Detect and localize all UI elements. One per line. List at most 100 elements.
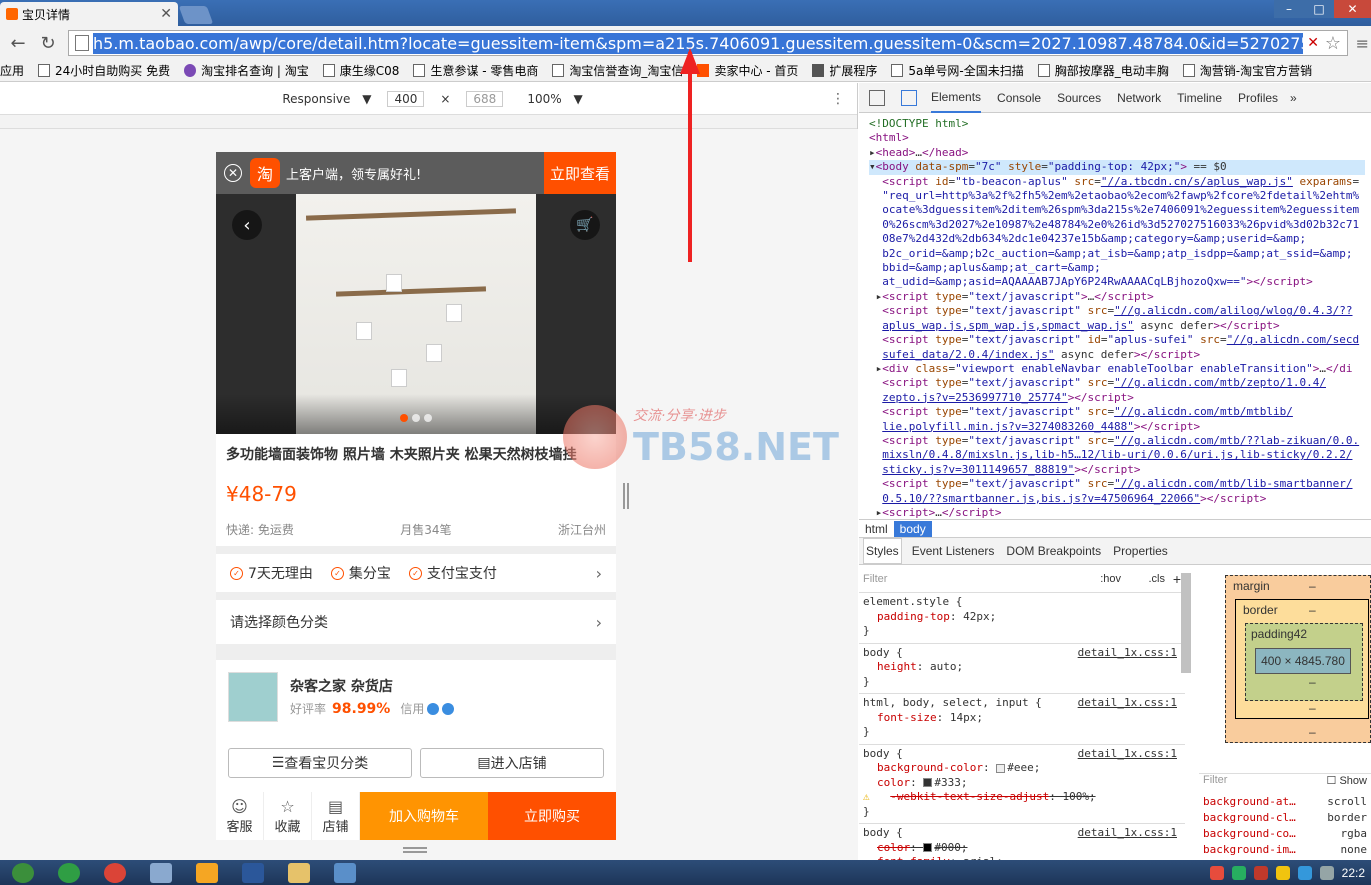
resize-handle-horizontal[interactable] — [403, 847, 427, 853]
bookmark-item[interactable]: 淘营销-淘宝官方营销 — [1182, 62, 1312, 79]
bookmark-item[interactable]: 生意参谋 - 零售电商 — [413, 62, 538, 79]
customer-service-button[interactable]: ☺ 客服 — [216, 792, 264, 840]
dom-line: zepto.js?v=2536997710_25774"></script> — [882, 390, 1134, 404]
product-price: ¥48-79 — [226, 482, 297, 506]
taskbar-item[interactable] — [46, 860, 92, 885]
sku-selector[interactable]: 请选择颜色分类 › — [216, 600, 616, 644]
tray-icon[interactable] — [1275, 865, 1290, 880]
extension-icon[interactable]: ✕ — [1307, 35, 1319, 51]
computed-row[interactable]: background-cl… border — [1199, 810, 1371, 826]
product-gallery[interactable]: ‹ 🛒 — [216, 194, 616, 434]
more-options-icon[interactable]: ⋮ — [831, 91, 845, 107]
zoom-select[interactable]: 100% ▼ — [519, 92, 582, 106]
cls-toggle[interactable]: .cls — [1149, 572, 1166, 587]
tray-icon[interactable] — [1319, 865, 1334, 880]
bookmark-item[interactable]: 扩展程序 — [812, 62, 877, 79]
show-all-checkbox[interactable]: ☐ Show — [1327, 774, 1367, 787]
bookmark-apps[interactable]: 应用 — [0, 62, 24, 79]
bookmark-item[interactable]: 卖家中心 - 首页 — [697, 62, 798, 79]
taskbar-item[interactable] — [230, 860, 276, 885]
reload-icon[interactable]: ↻ — [36, 31, 60, 55]
browser-tab[interactable]: 宝贝详情 ✕ — [0, 2, 178, 26]
elements-tree[interactable]: <!DOCTYPE html> <html> ▸<head>…</head> ▾… — [859, 113, 1371, 519]
resize-handle-vertical[interactable] — [623, 483, 629, 509]
taskbar-item[interactable] — [322, 860, 368, 885]
computed-pane: Filter ☐ Show background-at… scroll backg… — [1199, 773, 1371, 860]
store-button[interactable]: ▤ 店铺 — [312, 792, 360, 840]
close-banner-icon[interactable]: ✕ — [224, 164, 242, 182]
tray-icon[interactable] — [1209, 865, 1224, 880]
tab-profiles[interactable]: Profiles — [1238, 84, 1278, 112]
tab-styles[interactable]: Styles — [863, 538, 902, 564]
tab-properties[interactable]: Properties — [1111, 539, 1170, 563]
css-source-link[interactable]: detail_1x.css:1 — [1078, 747, 1177, 762]
device-mode-select[interactable]: Responsive ▼ — [274, 92, 371, 106]
bookmark-item[interactable]: 淘宝排名查询 | 淘宝 — [184, 62, 309, 79]
hov-toggle[interactable]: :hov — [1100, 572, 1121, 587]
tab-network[interactable]: Network — [1117, 84, 1161, 112]
computed-row[interactable]: background-co… rgba — [1199, 826, 1371, 842]
open-app-button[interactable]: 立即查看 — [544, 152, 616, 194]
taskbar-item[interactable] — [138, 860, 184, 885]
device-width-input[interactable]: 400 — [387, 90, 425, 107]
css-source-link[interactable]: detail_1x.css:1 — [1078, 696, 1177, 711]
photo-clip — [391, 369, 407, 387]
tray-icon[interactable] — [1231, 865, 1246, 880]
tab-close-icon[interactable]: ✕ — [160, 6, 172, 22]
address-bar[interactable]: h5.m.taobao.com/awp/core/detail.htm?loca… — [68, 30, 1348, 56]
tray-icon[interactable] — [1297, 865, 1312, 880]
tab-elements[interactable]: Elements — [931, 83, 982, 113]
tab-console[interactable]: Console — [997, 84, 1041, 112]
add-rule-icon[interactable]: + — [1173, 572, 1181, 587]
shop-logo[interactable] — [228, 672, 278, 722]
bookmark-star-icon[interactable]: ☆ — [1325, 33, 1341, 54]
crumb-html[interactable]: html — [859, 521, 894, 537]
service-guarantees[interactable]: ✓ 7天无理由 ✓ 集分宝 ✓ 支付宝支付 › — [216, 554, 616, 592]
add-to-cart-button[interactable]: 加入购物车 — [360, 792, 488, 840]
gallery-dot[interactable] — [412, 414, 420, 422]
styles-scrollbar[interactable] — [1181, 573, 1191, 673]
css-source-link[interactable]: detail_1x.css:1 — [1078, 646, 1177, 661]
computed-row[interactable]: background-at… scroll — [1199, 794, 1371, 810]
taskbar-item[interactable] — [184, 860, 230, 885]
tray-icon[interactable] — [1253, 865, 1268, 880]
gallery-dot[interactable] — [400, 414, 408, 422]
back-arrow-icon[interactable]: ← — [6, 31, 30, 55]
buy-now-button[interactable]: 立即购买 — [488, 792, 616, 840]
maximize-button[interactable]: □ — [1304, 0, 1334, 18]
new-tab-button[interactable] — [178, 6, 214, 24]
shop-name[interactable]: 杂客之家 杂货店 — [290, 676, 393, 696]
bookmark-item[interactable]: 康生缘C08 — [322, 62, 399, 79]
cart-icon[interactable]: 🛒 — [570, 210, 600, 240]
computed-row[interactable]: background-im… none — [1199, 842, 1371, 858]
tab-dom-breakpoints[interactable]: DOM Breakpoints — [1004, 539, 1103, 563]
bookmark-item[interactable]: 24小时自助购买 免费 — [38, 62, 170, 79]
minimize-button[interactable]: – — [1274, 0, 1304, 18]
device-height-input[interactable]: 688 — [466, 90, 504, 107]
computed-filter[interactable]: Filter ☐ Show — [1199, 774, 1371, 794]
device-mode-icon[interactable] — [901, 89, 917, 106]
more-tabs-icon[interactable]: » — [1290, 91, 1297, 105]
back-chevron-icon[interactable]: ‹ — [232, 210, 262, 240]
inspect-icon[interactable] — [869, 89, 885, 106]
styles-filter[interactable]: Filter :hov .cls + — [859, 567, 1185, 593]
tab-sources[interactable]: Sources — [1057, 84, 1101, 112]
tab-timeline[interactable]: Timeline — [1177, 84, 1222, 112]
bookmark-item[interactable]: 胸部按摩器_电动丰胸 — [1037, 62, 1169, 79]
taskbar-item[interactable] — [276, 860, 322, 885]
view-categories-button[interactable]: ☰ 查看宝贝分类 — [228, 748, 412, 778]
crumb-body[interactable]: body — [893, 520, 932, 537]
footer-label: 客服 — [226, 820, 253, 835]
clock[interactable]: 22:2 — [1342, 866, 1365, 880]
favorite-button[interactable]: ☆ 收藏 — [264, 792, 312, 840]
window-close-button[interactable]: ✕ — [1334, 0, 1371, 18]
start-button[interactable] — [0, 860, 46, 885]
bookmark-item[interactable]: 5a单号网-全国未扫描 — [891, 62, 1024, 79]
taskbar-item[interactable] — [92, 860, 138, 885]
bookmark-item[interactable]: 淘宝信誉查询_淘宝信 — [552, 62, 683, 79]
gallery-dot[interactable] — [424, 414, 432, 422]
css-source-link[interactable]: detail_1x.css:1 — [1078, 826, 1177, 841]
tab-event-listeners[interactable]: Event Listeners — [910, 539, 997, 563]
chrome-menu-icon[interactable]: ≡ — [1356, 34, 1369, 53]
enter-store-button[interactable]: ▤ 进入店铺 — [420, 748, 604, 778]
